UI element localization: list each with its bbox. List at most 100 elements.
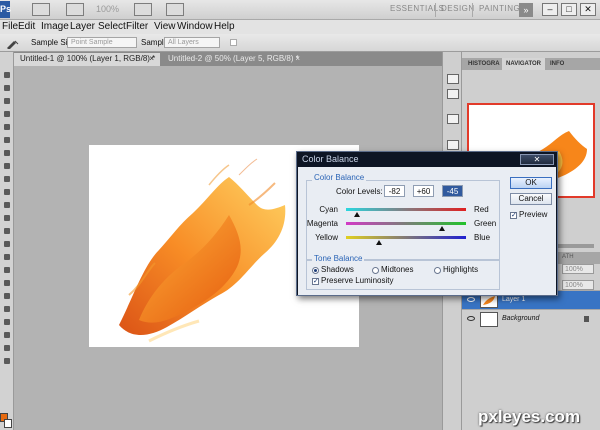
marquee-tool-icon[interactable] — [2, 83, 12, 93]
eyedropper-tool-icon[interactable] — [2, 135, 12, 145]
tab-info[interactable]: INFO — [546, 58, 568, 70]
cyan-red-slider-thumb[interactable] — [353, 212, 360, 217]
screen-mode-icon[interactable] — [166, 3, 184, 16]
dialog-close-button[interactable]: ✕ — [520, 154, 554, 165]
tab-untitled-2[interactable]: Untitled-2 @ 50% (Layer 5, RGB/8) * × — [162, 53, 306, 66]
brush-tool-icon[interactable] — [2, 161, 12, 171]
3d-camera-tool-icon[interactable] — [2, 317, 12, 327]
more-workspaces-button[interactable]: » — [519, 3, 533, 17]
hand-tool-icon[interactable] — [2, 330, 12, 340]
menu-layer[interactable]: Layer — [70, 21, 95, 32]
gradient-tool-icon[interactable] — [2, 213, 12, 223]
3d-rotate-tool-icon[interactable] — [2, 304, 12, 314]
show-sampling-ring-checkbox[interactable] — [230, 39, 237, 46]
visibility-eye-icon[interactable] — [467, 297, 475, 302]
cyan-label: Cyan — [319, 205, 338, 214]
yellow-blue-slider-thumb[interactable] — [376, 240, 382, 245]
menu-bar: File Edit Image Layer Select Filter View… — [0, 20, 600, 34]
menu-image[interactable]: Image — [41, 21, 69, 32]
magenta-green-level-input[interactable]: +60 — [413, 185, 434, 197]
swap-colors-icon[interactable] — [2, 356, 12, 366]
minimize-button[interactable]: – — [542, 3, 558, 16]
zoom-tool-icon[interactable] — [2, 343, 12, 353]
eraser-tool-icon[interactable] — [2, 200, 12, 210]
actions-panel-icon[interactable] — [447, 89, 459, 99]
dodge-tool-icon[interactable] — [2, 239, 12, 249]
yellow-blue-slider[interactable] — [346, 236, 466, 239]
menu-file[interactable]: File — [2, 21, 18, 32]
brushes-panel-icon[interactable] — [447, 140, 459, 150]
tab-histogram[interactable]: HISTOGRA — [464, 58, 504, 70]
tool-presets-icon[interactable] — [447, 114, 459, 124]
midtones-label: Midtones — [381, 265, 414, 274]
shape-tool-icon[interactable] — [2, 291, 12, 301]
highlights-radio[interactable] — [434, 267, 441, 274]
magenta-label: Magenta — [306, 219, 338, 228]
visibility-eye-icon[interactable] — [467, 316, 475, 321]
panel-tab-label[interactable]: ATH — [562, 254, 574, 260]
clone-stamp-tool-icon[interactable] — [2, 174, 12, 184]
path-selection-tool-icon[interactable] — [2, 278, 12, 288]
cyan-red-slider[interactable] — [346, 208, 466, 211]
menu-filter[interactable]: Filter — [126, 21, 148, 32]
preview-label: Preview — [519, 210, 548, 219]
cancel-button[interactable]: Cancel — [510, 193, 552, 205]
lasso-tool-icon[interactable] — [2, 96, 12, 106]
healing-brush-tool-icon[interactable] — [2, 148, 12, 158]
blur-tool-icon[interactable] — [2, 226, 12, 236]
menu-view[interactable]: View — [154, 21, 176, 32]
tab-navigator[interactable]: NAVIGATOR — [502, 58, 546, 70]
opacity-field[interactable]: 100% — [562, 264, 594, 274]
close-tab-button[interactable]: × — [295, 53, 300, 65]
move-tool-icon[interactable] — [2, 70, 12, 80]
dialog-title: Color Balance — [302, 154, 359, 164]
pen-tool-icon[interactable] — [2, 252, 12, 262]
sample-size-select[interactable]: Point Sample — [67, 37, 137, 48]
menu-help[interactable]: Help — [214, 21, 235, 32]
close-window-button[interactable]: ✕ — [580, 3, 596, 16]
workspace-painting[interactable]: PAINTING — [479, 4, 520, 13]
view-extras-icon[interactable] — [66, 3, 84, 16]
preserve-luminosity-checkbox[interactable]: ✓ — [312, 278, 319, 285]
layer-name: Layer 1 — [502, 296, 526, 303]
quick-selection-tool-icon[interactable] — [2, 109, 12, 119]
ok-button[interactable]: OK — [510, 177, 552, 189]
magenta-green-slider-thumb[interactable] — [439, 226, 445, 231]
menu-window[interactable]: Window — [177, 21, 213, 32]
preview-checkbox[interactable]: ✓ — [510, 212, 517, 219]
menu-edit[interactable]: Edit — [18, 21, 35, 32]
crop-tool-icon[interactable] — [2, 122, 12, 132]
sample-select[interactable]: All Layers — [164, 37, 220, 48]
magenta-green-slider[interactable] — [346, 222, 466, 225]
hand-tool-icon[interactable] — [134, 3, 152, 16]
tone-balance-group-label: Tone Balance — [312, 254, 365, 263]
color-levels-label: Color Levels: — [336, 187, 383, 196]
history-panel-icon[interactable] — [447, 74, 459, 84]
background-color-swatch[interactable] — [4, 419, 12, 428]
workspace-design[interactable]: DESIGN — [441, 4, 475, 13]
application-bar: Ps 100% ESSENTIALS DESIGN PAINTING » – □… — [0, 0, 600, 20]
close-tab-button[interactable]: × — [149, 53, 154, 65]
shadows-label: Shadows — [321, 265, 354, 274]
green-label: Green — [474, 219, 497, 228]
document-tabs: Untitled-1 @ 100% (Layer 1, RGB/8) * × U… — [14, 52, 442, 66]
type-tool-icon[interactable] — [2, 265, 12, 275]
fill-field[interactable]: 100% — [562, 280, 594, 290]
preserve-luminosity-label: Preserve Luminosity — [321, 276, 394, 285]
yellow-blue-level-input[interactable]: -45 — [442, 185, 463, 197]
eyedropper-tool-icon[interactable] — [4, 37, 20, 50]
tab-untitled-1[interactable]: Untitled-1 @ 100% (Layer 1, RGB/8) * × — [14, 53, 160, 66]
blue-label: Blue — [474, 233, 491, 242]
zoom-level[interactable]: 100% — [96, 4, 119, 14]
photoshop-logo: Ps — [0, 1, 11, 18]
midtones-radio[interactable] — [372, 267, 379, 274]
layer-row-background[interactable]: Background — [462, 309, 600, 329]
maximize-button[interactable]: □ — [561, 3, 577, 16]
shadows-radio[interactable] — [312, 267, 319, 274]
cyan-red-level-input[interactable]: -82 — [384, 185, 405, 197]
divider — [435, 3, 436, 17]
bridge-icon[interactable] — [32, 3, 50, 16]
workspace-essentials[interactable]: ESSENTIALS — [390, 4, 444, 13]
menu-select[interactable]: Select — [98, 21, 126, 32]
history-brush-tool-icon[interactable] — [2, 187, 12, 197]
